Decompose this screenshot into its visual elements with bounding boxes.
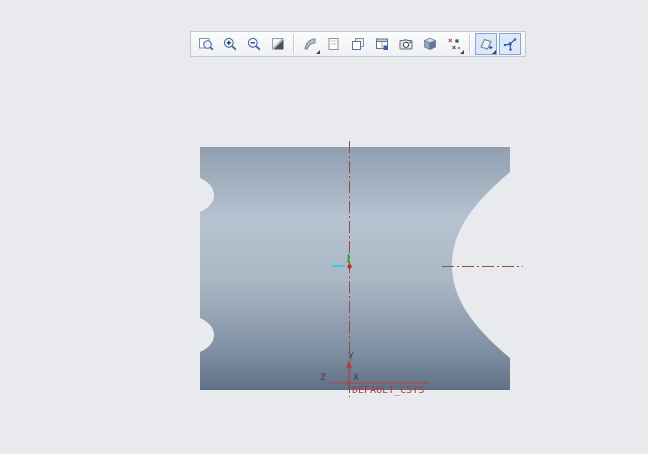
view-manager-button[interactable] [371,33,393,55]
layer-display-button[interactable] [347,33,369,55]
repaint-icon [272,38,285,51]
datum-point-display-button[interactable] [443,33,465,55]
display-style-icon [328,38,339,50]
datum-display-icon [480,38,493,50]
zoom-out-button[interactable] [243,33,265,55]
toolbar-separator [469,34,471,54]
axis-label-y: Y [348,352,354,362]
zoom-window-button[interactable] [195,33,217,55]
datum-display-button[interactable] [475,33,497,55]
view-toolbar [190,31,526,57]
shade-button[interactable] [299,33,321,55]
model-body[interactable] [200,147,510,390]
layer-display-icon [352,38,364,50]
display-style-button[interactable] [323,33,345,55]
zoom-in-button[interactable] [219,33,241,55]
zoom-out-icon [247,37,261,51]
cad-window: { "app": { "background": "#e9eaee" }, "t… [0,0,648,454]
csys-name-label[interactable]: DEFAULT_CSYS [352,385,424,396]
saved-views-button[interactable] [395,33,417,55]
axis-label-x: X [353,373,359,383]
view-manager-icon [376,38,388,50]
shade-icon [304,38,316,50]
datum-point-display-icon [448,38,460,50]
zoom-in-icon [223,37,237,51]
graphics-area[interactable]: Y Z X DEFAULT_CSYS [0,0,648,454]
axis-label-z: Z [320,373,326,383]
shaded-model-icon [423,37,437,50]
zoom-window-icon [199,38,214,51]
shaded-model-button[interactable] [419,33,441,55]
saved-views-icon [399,39,413,50]
spin-center-button[interactable] [499,33,521,55]
spin-center-icon [503,38,517,51]
repaint-button[interactable] [267,33,289,55]
toolbar-separator [293,34,295,54]
